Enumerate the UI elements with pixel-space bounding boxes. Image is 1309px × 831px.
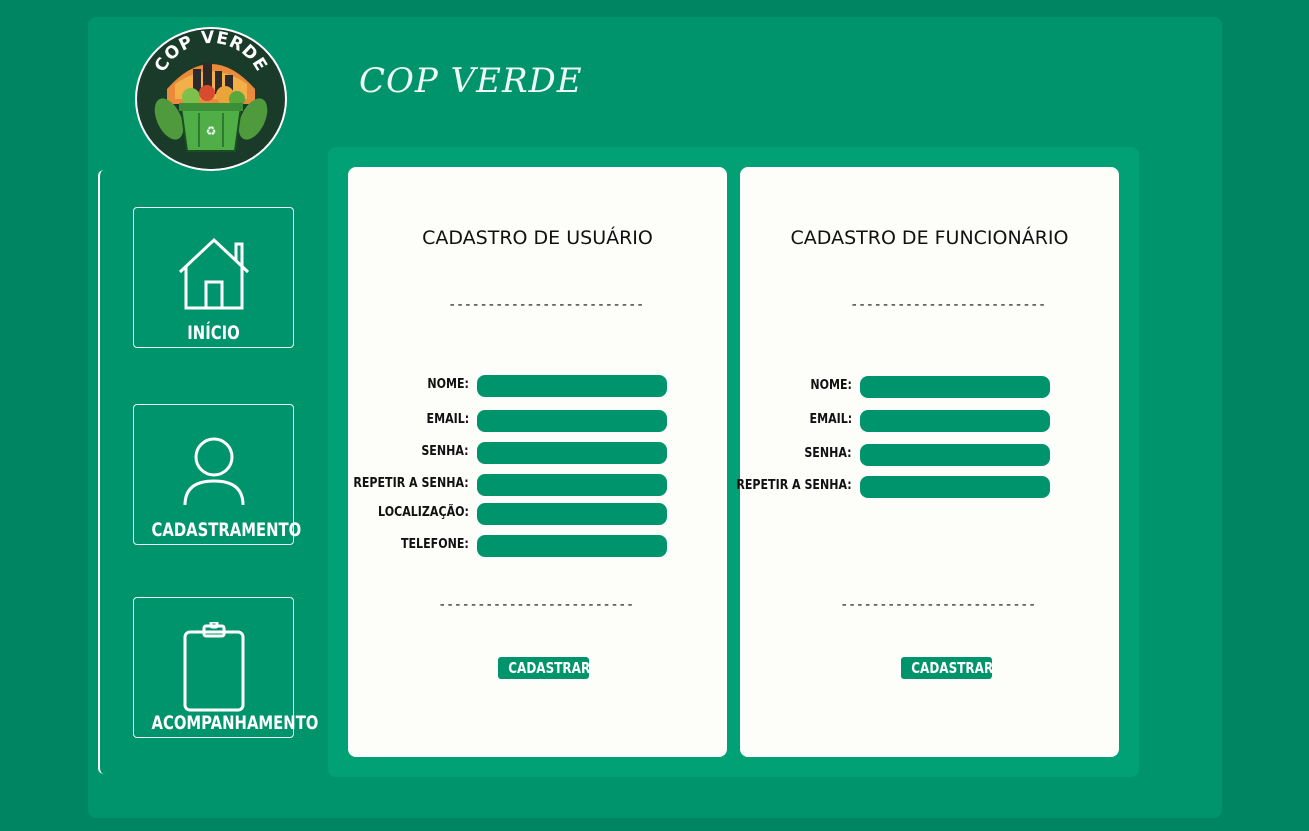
user-form-title: CADASTRO DE USUÁRIO: [422, 227, 653, 249]
employee-registration-card: CADASTRO DE FUNCIONÁRIO ----------------…: [736, 167, 1119, 757]
sidebar-border: [98, 170, 108, 774]
email-input[interactable]: [860, 410, 1050, 432]
employee-form-title: CADASTRO DE FUNCIONÁRIO: [790, 227, 1069, 249]
house-icon: [134, 236, 293, 316]
email-input[interactable]: [477, 410, 667, 432]
separator-bottom: -------------------------: [840, 597, 1036, 613]
nav-item-acompanhamento[interactable]: ACOMPANHAMENTO: [133, 597, 319, 738]
field-label-repetir-senha: REPETIR A SENHA:: [353, 476, 469, 491]
forms-panel: CADASTRO DE USUÁRIO --------------------…: [328, 147, 1139, 777]
repetir-senha-input[interactable]: [477, 474, 667, 496]
separator-top: -------------------------: [448, 297, 644, 313]
field-label-email: EMAIL:: [809, 412, 852, 427]
field-label-email: EMAIL:: [426, 412, 469, 427]
field-label-localizacao: LOCALIZAÇÃO:: [378, 505, 469, 520]
field-label-nome: NOME:: [810, 378, 852, 393]
repetir-senha-input[interactable]: [860, 476, 1050, 498]
field-label-senha: SENHA:: [804, 446, 852, 461]
user-registration-card: CADASTRO DE USUÁRIO --------------------…: [348, 167, 727, 757]
clipboard-icon: [134, 622, 293, 712]
cadastrar-funcionario-button[interactable]: CADASTRAR: [901, 657, 994, 679]
nav-item-inicio[interactable]: INÍCIO: [133, 207, 294, 348]
cop-verde-logo: ♻ COP VERDE: [135, 27, 287, 171]
logo-graphic: ♻ COP VERDE: [141, 29, 281, 169]
nav-item-cadastramento[interactable]: CADASTRAMENTO: [133, 404, 302, 545]
telefone-input[interactable]: [477, 535, 667, 557]
separator-bottom: -------------------------: [438, 597, 634, 613]
cadastrar-funcionario-label: CADASTRAR: [911, 659, 994, 677]
svg-text:♻: ♻: [206, 124, 217, 138]
field-label-repetir-senha: REPETIR A SENHA:: [736, 478, 852, 493]
nav-label-inicio: INÍCIO: [187, 322, 240, 344]
app-container: ♻ COP VERDE COP VERDE INÍCIO CADASTRAMEN…: [88, 17, 1222, 818]
cadastrar-usuario-label: CADASTRAR: [508, 659, 591, 677]
nav-label-acompanhamento: ACOMPANHAMENTO: [151, 712, 319, 734]
nav-label-cadastramento: CADASTRAMENTO: [151, 519, 302, 541]
field-label-telefone: TELEFONE:: [401, 537, 469, 552]
nome-input[interactable]: [477, 375, 667, 397]
senha-input[interactable]: [477, 442, 667, 464]
senha-input[interactable]: [860, 444, 1050, 466]
cadastrar-usuario-button[interactable]: CADASTRAR: [498, 657, 591, 679]
nome-input[interactable]: [860, 376, 1050, 398]
field-label-senha: SENHA:: [421, 444, 469, 459]
separator-top: -------------------------: [850, 297, 1046, 313]
localizacao-input[interactable]: [477, 503, 667, 525]
app-title: COP VERDE: [359, 61, 583, 101]
field-label-nome: NOME:: [427, 377, 469, 392]
user-icon: [134, 433, 293, 513]
